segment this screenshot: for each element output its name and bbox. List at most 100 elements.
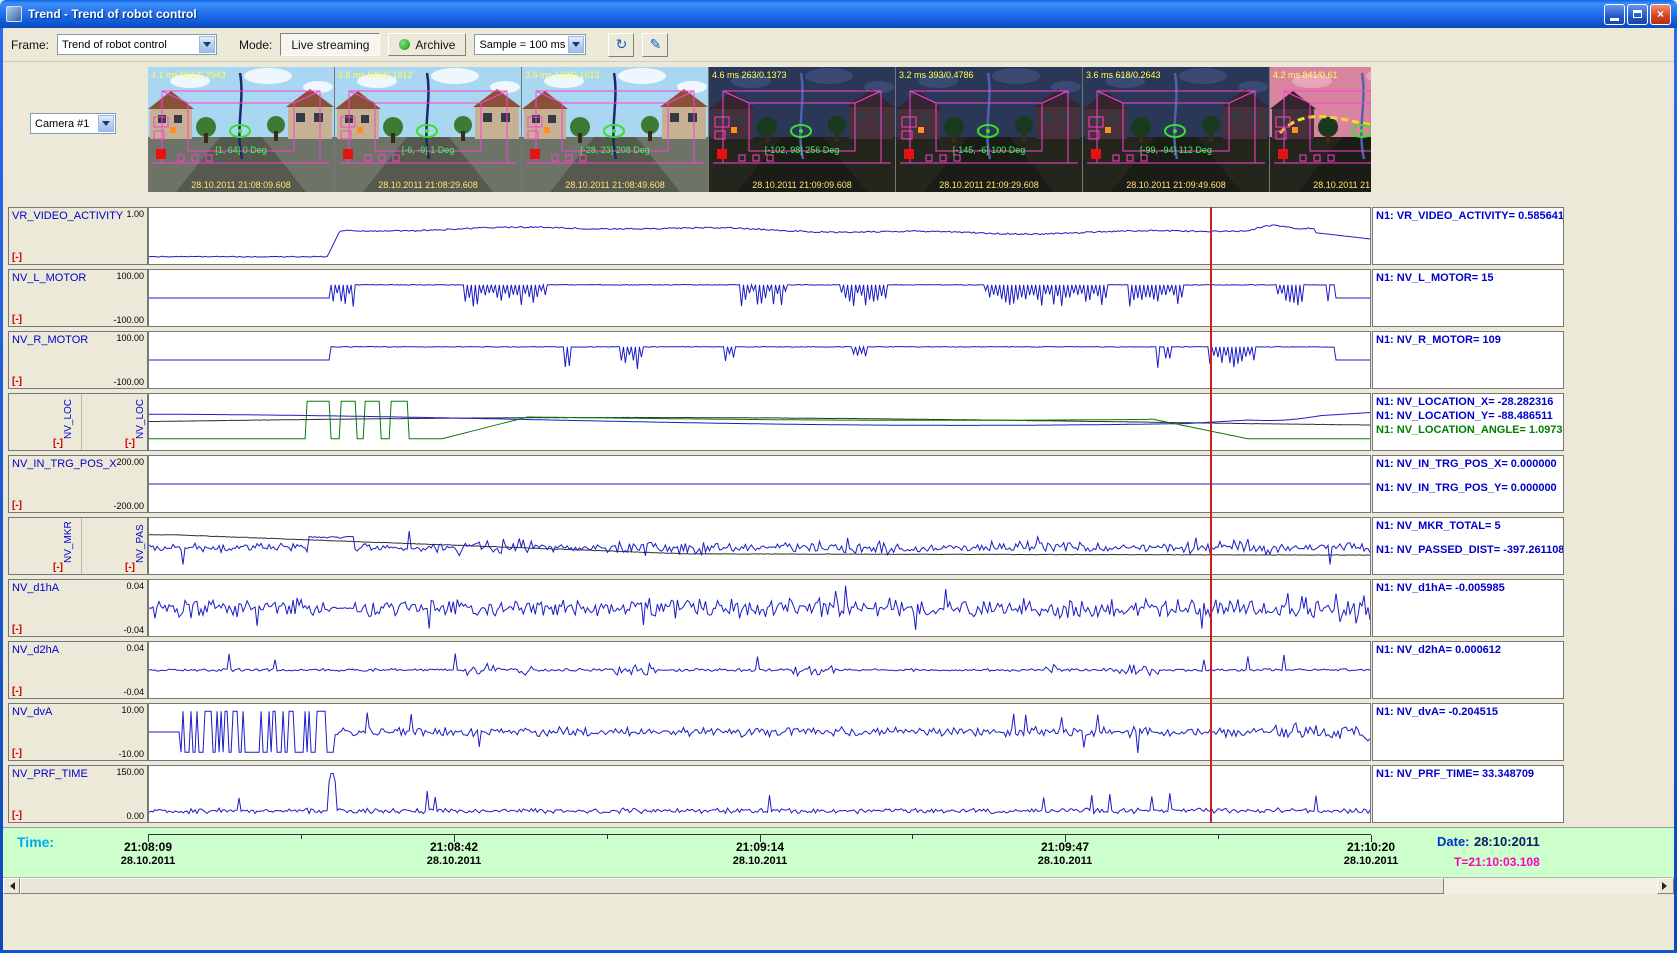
signal-value-panel: N1: NV_PRF_TIME= 33.348709 bbox=[1372, 765, 1564, 823]
signal-value-panel: N1: NV_d2hA= 0.000612 bbox=[1372, 641, 1564, 699]
chevron-down-icon[interactable] bbox=[98, 115, 114, 132]
camera-timestamp: 28.10.2011 21:08:09.608 bbox=[191, 180, 290, 190]
close-button[interactable]: × bbox=[1650, 4, 1671, 25]
signal-label: NV_PRF_TIME bbox=[12, 768, 88, 780]
signal-plot-nv_prf_time[interactable] bbox=[148, 765, 1371, 823]
camera-timestamp: 28.10.2011 21:09:09.608 bbox=[752, 180, 851, 190]
refresh-button[interactable]: ↻ bbox=[608, 33, 634, 57]
time-tick-label: 21:10:2028.10.2011 bbox=[1344, 840, 1398, 869]
horizontal-scrollbar[interactable] bbox=[3, 877, 1674, 894]
collapse-button[interactable]: [-] bbox=[12, 748, 22, 759]
sample-select[interactable]: Sample = 100 ms bbox=[474, 34, 586, 55]
signal-value: N1: NV_PASSED_DIST= -397.261108 bbox=[1376, 544, 1560, 556]
sample-select-value: Sample = 100 ms bbox=[479, 39, 567, 51]
camera-select-value: Camera #1 bbox=[35, 118, 97, 130]
camera-thumbnails: 4.1 ms 961/0.2943 [1, 64] 0 Deg 28.10.20… bbox=[148, 67, 1371, 192]
waypoint-marker bbox=[731, 127, 737, 133]
waypoint-marker bbox=[1292, 127, 1298, 133]
scale-top-value: 200.00 bbox=[116, 457, 144, 467]
alert-marker bbox=[530, 149, 540, 159]
collapse-button[interactable]: [-] bbox=[125, 438, 135, 449]
signal-label: NV_d2hA bbox=[12, 644, 59, 656]
chevron-down-icon[interactable] bbox=[199, 36, 215, 53]
signal-value: N1: NV_IN_TRG_POS_Y= 0.000000 bbox=[1376, 482, 1560, 494]
scale-top-value: 10.00 bbox=[121, 705, 144, 715]
camera-frame[interactable]: 3.6 ms 946/0.1912 [-6, -9] 1 Deg 28.10.2… bbox=[335, 67, 521, 192]
camera-info-text: 3.6 ms 946/0.1912 bbox=[338, 70, 413, 80]
signal-plot-nv_dva[interactable] bbox=[148, 703, 1371, 761]
signal-value: N1: NV_LOCATION_ANGLE= 1.097300 bbox=[1376, 424, 1560, 436]
signal-plot-nv_r_motor[interactable] bbox=[148, 331, 1371, 389]
collapse-button[interactable]: [-] bbox=[12, 810, 22, 821]
camera-frame[interactable]: 4.6 ms 263/0.1373 [-102, 98] 256 Deg 28.… bbox=[709, 67, 895, 192]
scale-bottom-value: 0.00 bbox=[126, 811, 144, 821]
cursor-time-value: T=21:10:03.108 bbox=[1437, 855, 1540, 869]
camera-info-text: 4.2 ms 841/0.61 bbox=[1273, 70, 1338, 80]
scrollbar-thumb[interactable] bbox=[20, 878, 1444, 894]
maximize-button[interactable] bbox=[1627, 4, 1648, 25]
camera-frame[interactable]: 3.2 ms 393/0.4786 [-145, -6] 100 Deg 28.… bbox=[896, 67, 1082, 192]
waypoint-marker bbox=[544, 127, 550, 133]
toolbar: Frame: Trend of robot control Mode: Live… bbox=[3, 28, 1674, 62]
minimize-button[interactable] bbox=[1604, 4, 1625, 25]
camera-select[interactable]: Camera #1 bbox=[30, 113, 116, 134]
signal-plot-nv_d1ha[interactable] bbox=[148, 579, 1371, 637]
arrow-right-icon bbox=[1662, 882, 1671, 890]
camera-frame[interactable]: 4.1 ms 961/0.2943 [1, 64] 0 Deg 28.10.20… bbox=[148, 67, 334, 192]
camera-frame[interactable]: 3.6 ms 618/0.2643 [-99, -94] 112 Deg 28.… bbox=[1083, 67, 1269, 192]
collapse-button[interactable]: [-] bbox=[12, 500, 22, 511]
tick-date: 28.10.2011 bbox=[733, 855, 787, 869]
alert-marker bbox=[343, 149, 353, 159]
signal-plot-nv_l_motor[interactable] bbox=[148, 269, 1371, 327]
signal-plot-nv_d2ha[interactable] bbox=[148, 641, 1371, 699]
signal-label: NV_R_MOTOR bbox=[12, 334, 88, 346]
collapse-button[interactable]: [-] bbox=[12, 624, 22, 635]
camera-timestamp: 28.10.2011 21:09:49.608 bbox=[1126, 180, 1225, 190]
tick-time: 21:09:47 bbox=[1038, 840, 1092, 855]
collapse-button[interactable]: [-] bbox=[12, 686, 22, 697]
collapse-button[interactable]: [-] bbox=[53, 562, 63, 573]
signal-value-panel: N1: NV_IN_TRG_POS_X= 0.000000N1: NV_IN_T… bbox=[1372, 455, 1564, 513]
collapse-button[interactable]: [-] bbox=[12, 252, 22, 263]
time-label: Time: bbox=[17, 834, 54, 850]
time-axis-bar: Time: Date: 28:10:2011 T=21:10:03.108 21… bbox=[3, 827, 1674, 877]
scale-top-value: 100.00 bbox=[116, 271, 144, 281]
signal-value-panel: N1: NV_LOCATION_X= -28.282316N1: NV_LOCA… bbox=[1372, 393, 1564, 451]
camera-info-text: 4.1 ms 961/0.2943 bbox=[151, 70, 226, 80]
signal-label: NV_dvA bbox=[12, 706, 52, 718]
live-streaming-button[interactable]: Live streaming bbox=[280, 33, 380, 56]
chevron-down-icon[interactable] bbox=[568, 36, 584, 53]
scroll-right-button[interactable] bbox=[1657, 878, 1674, 894]
scale-top-value: 0.04 bbox=[126, 643, 144, 653]
signal-plot-vr_video_activity[interactable] bbox=[148, 207, 1371, 265]
collapse-button[interactable]: [-] bbox=[12, 376, 22, 387]
collapse-button[interactable]: [-] bbox=[12, 314, 22, 325]
alert-marker bbox=[904, 149, 914, 159]
camera-pos-text: [-28, 23] 208 Deg bbox=[580, 145, 650, 155]
signal-value-panel: N1: NV_dvA= -0.204515 bbox=[1372, 703, 1564, 761]
time-cursor[interactable] bbox=[1210, 207, 1212, 823]
camera-frame[interactable]: 3.6 ms 133/0.1613 [-28, 23] 208 Deg 28.1… bbox=[522, 67, 708, 192]
tick-time: 21:08:42 bbox=[427, 840, 481, 855]
camera-pos-text: [-6, -9] 1 Deg bbox=[402, 145, 455, 155]
signal-label: NV_IN_TRG_POS_X bbox=[12, 458, 117, 470]
scroll-left-button[interactable] bbox=[3, 878, 20, 894]
signal-plot-nv_mkr-nv_pas[interactable] bbox=[148, 517, 1371, 575]
edit-button[interactable]: ✎ bbox=[642, 33, 668, 57]
signal-label: NV_L_MOTOR bbox=[12, 272, 86, 284]
collapse-button[interactable]: [-] bbox=[53, 438, 63, 449]
signal-plot-nv_in_trg_pos_x[interactable] bbox=[148, 455, 1371, 513]
signal-plot-nv_loc-nv_loc[interactable] bbox=[148, 393, 1371, 451]
collapse-button[interactable]: [-] bbox=[125, 562, 135, 573]
time-tick bbox=[301, 835, 302, 839]
frame-select[interactable]: Trend of robot control bbox=[57, 34, 217, 55]
scene bbox=[1270, 67, 1371, 192]
frame-label: Frame: bbox=[11, 38, 49, 52]
arrow-left-icon bbox=[6, 882, 15, 890]
waypoint-marker bbox=[170, 127, 176, 133]
archive-button[interactable]: Archive bbox=[388, 33, 466, 56]
camera-strip: Camera #1 bbox=[3, 62, 1674, 204]
camera-frame[interactable]: 4.2 ms 841/0.61 28.10.2011 21:10:09.608 bbox=[1270, 67, 1371, 192]
scale-top-value: 0.04 bbox=[126, 581, 144, 591]
signal-panel-nv_l_motor: NV_L_MOTOR100.00-100.00[-] bbox=[8, 269, 148, 327]
